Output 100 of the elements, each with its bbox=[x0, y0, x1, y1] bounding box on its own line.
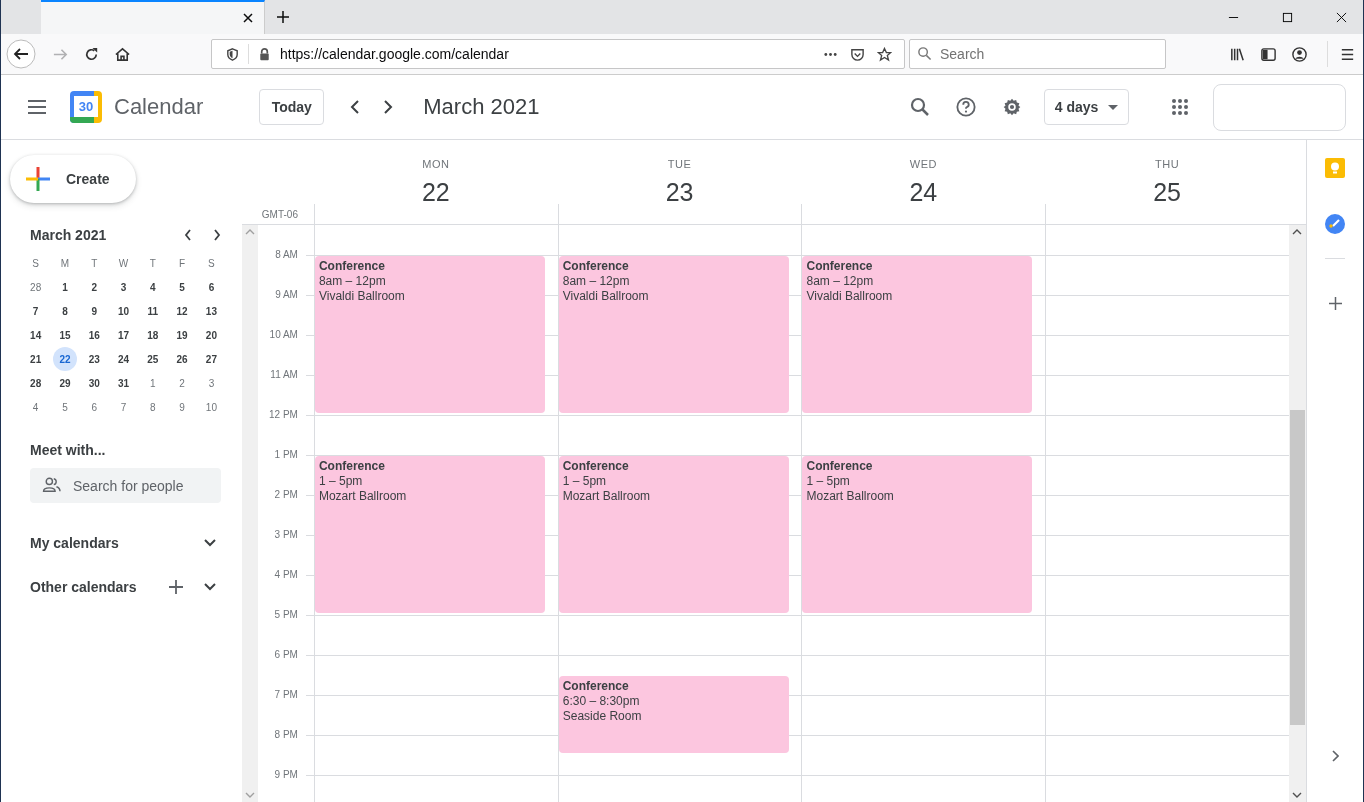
date-cell[interactable]: 18 bbox=[138, 323, 168, 347]
tasks-icon[interactable] bbox=[1325, 214, 1345, 234]
date-cell[interactable]: 15 bbox=[50, 323, 80, 347]
date-cell[interactable]: 3 bbox=[108, 275, 139, 299]
back-icon[interactable] bbox=[6, 39, 36, 69]
lock-icon[interactable] bbox=[257, 46, 272, 62]
help-icon[interactable] bbox=[956, 97, 976, 117]
next-icon[interactable] bbox=[383, 100, 394, 114]
event-card[interactable]: Conference 1 – 5pm Mozart Ballroom bbox=[314, 456, 545, 613]
calendar-section-title[interactable]: My calendars bbox=[30, 535, 119, 551]
date-cell[interactable]: 2 bbox=[167, 371, 197, 395]
date-cell[interactable]: 20 bbox=[196, 323, 227, 347]
date-cell[interactable]: 12 bbox=[167, 299, 197, 323]
reload-icon[interactable] bbox=[83, 45, 100, 63]
day-number[interactable]: 23 bbox=[665, 178, 694, 207]
hour-label: 5 PM bbox=[274, 608, 298, 622]
settings-icon[interactable] bbox=[1002, 97, 1022, 117]
event-card[interactable]: Conference 8am – 12pm Vivaldi Ballroom bbox=[558, 256, 789, 413]
date-cell[interactable]: 24 bbox=[108, 347, 139, 371]
scroll-thumb[interactable] bbox=[1290, 410, 1305, 725]
close-icon[interactable] bbox=[1336, 11, 1347, 23]
chevron-down-icon[interactable] bbox=[203, 538, 217, 548]
add-icon[interactable] bbox=[1328, 297, 1342, 310]
view-dropdown[interactable]: 4 days bbox=[1044, 89, 1129, 125]
date-cell[interactable]: 27 bbox=[196, 347, 227, 371]
search-field[interactable]: Search bbox=[909, 39, 1166, 69]
date-cell[interactable]: 19 bbox=[167, 323, 197, 347]
new-tab-icon[interactable] bbox=[276, 10, 290, 24]
date-cell[interactable]: 26 bbox=[167, 347, 197, 371]
date-cell[interactable]: 17 bbox=[108, 323, 139, 347]
day-number[interactable]: 24 bbox=[909, 178, 938, 207]
date-cell[interactable]: 29 bbox=[50, 371, 80, 395]
search-icon[interactable] bbox=[910, 97, 930, 117]
date-cell[interactable]: 16 bbox=[79, 323, 109, 347]
expand-icon[interactable] bbox=[1331, 750, 1339, 762]
date-cell[interactable]: 10 bbox=[108, 299, 139, 323]
shield-icon[interactable] bbox=[225, 46, 240, 62]
date-cell[interactable]: 22 bbox=[52, 347, 77, 371]
day-number[interactable]: 22 bbox=[421, 178, 450, 207]
event-card[interactable]: Conference 8am – 12pm Vivaldi Ballroom bbox=[802, 256, 1033, 413]
add-icon[interactable] bbox=[169, 580, 183, 594]
date-cell[interactable]: 7 bbox=[21, 299, 51, 323]
date-cell[interactable]: 13 bbox=[196, 299, 227, 323]
date-cell[interactable]: 3 bbox=[196, 371, 227, 395]
day-name: MON bbox=[422, 158, 450, 170]
date-cell[interactable]: 30 bbox=[79, 371, 109, 395]
day-number[interactable]: 25 bbox=[1153, 178, 1182, 207]
next-icon[interactable] bbox=[212, 228, 222, 242]
date-cell[interactable]: 6 bbox=[79, 395, 109, 419]
date-cell[interactable]: 8 bbox=[138, 395, 168, 419]
day-name: THU bbox=[1155, 158, 1180, 170]
date-cell[interactable]: 28 bbox=[21, 371, 51, 395]
previous-icon[interactable] bbox=[183, 228, 193, 242]
scroll-down-icon[interactable] bbox=[1292, 792, 1303, 798]
date-cell[interactable]: 25 bbox=[138, 347, 168, 371]
create-button[interactable]: Create bbox=[10, 155, 136, 203]
people-search-field[interactable]: Search for people bbox=[30, 468, 221, 503]
close-icon[interactable] bbox=[242, 12, 254, 24]
date-cell[interactable]: 10 bbox=[196, 395, 227, 419]
period-title: March 2021 bbox=[423, 94, 540, 120]
weekday-label: T bbox=[90, 256, 99, 271]
date-cell[interactable]: 6 bbox=[196, 275, 227, 299]
date-cell[interactable]: 2 bbox=[79, 275, 109, 299]
event-title: Conference bbox=[318, 459, 385, 474]
sidebar-icon[interactable] bbox=[1260, 45, 1277, 63]
date-cell[interactable]: 1 bbox=[138, 371, 168, 395]
event-card[interactable]: Conference 1 – 5pm Mozart Ballroom bbox=[558, 456, 789, 613]
date-cell[interactable]: 4 bbox=[138, 275, 168, 299]
date-cell[interactable]: 14 bbox=[21, 323, 51, 347]
scroll-up-icon[interactable] bbox=[1292, 229, 1303, 235]
date-cell[interactable]: 9 bbox=[167, 395, 197, 419]
date-cell[interactable]: 31 bbox=[108, 371, 139, 395]
date-cell[interactable]: 8 bbox=[50, 299, 80, 323]
calendar-section-title[interactable]: Other calendars bbox=[30, 579, 137, 595]
event-card[interactable]: Conference 8am – 12pm Vivaldi Ballroom bbox=[314, 256, 545, 413]
event-card[interactable]: Conference 6:30 – 8:30pm Seaside Room bbox=[558, 676, 789, 753]
previous-icon[interactable] bbox=[350, 100, 361, 114]
chevron-down-icon[interactable] bbox=[203, 582, 217, 592]
maximize-icon[interactable] bbox=[1282, 11, 1293, 23]
date-cell[interactable]: 5 bbox=[167, 275, 197, 299]
event-card[interactable]: Conference 1 – 5pm Mozart Ballroom bbox=[802, 456, 1033, 613]
date-cell[interactable]: 23 bbox=[79, 347, 109, 371]
date-cell[interactable]: 9 bbox=[79, 299, 109, 323]
date-cell[interactable]: 7 bbox=[108, 395, 139, 419]
event-location: Mozart Ballroom bbox=[806, 489, 894, 504]
address-bar[interactable]: https://calendar.google.com/calendar bbox=[211, 39, 905, 69]
today-button[interactable]: Today bbox=[259, 89, 325, 125]
date-cell[interactable]: 1 bbox=[50, 275, 80, 299]
home-icon[interactable] bbox=[114, 45, 131, 63]
star-icon[interactable] bbox=[877, 46, 892, 62]
scrollbar[interactable] bbox=[1289, 225, 1306, 802]
date-cell[interactable]: 21 bbox=[21, 347, 51, 371]
date-cell[interactable]: 4 bbox=[21, 395, 51, 419]
date-cell[interactable]: 5 bbox=[50, 395, 80, 419]
pocket-icon[interactable] bbox=[850, 46, 865, 62]
date-cell[interactable]: 11 bbox=[138, 299, 168, 323]
date-cell[interactable]: 28 bbox=[21, 275, 51, 299]
menu-icon[interactable] bbox=[28, 100, 46, 114]
apps-icon[interactable] bbox=[1171, 98, 1189, 116]
account-icon[interactable] bbox=[1291, 45, 1308, 63]
